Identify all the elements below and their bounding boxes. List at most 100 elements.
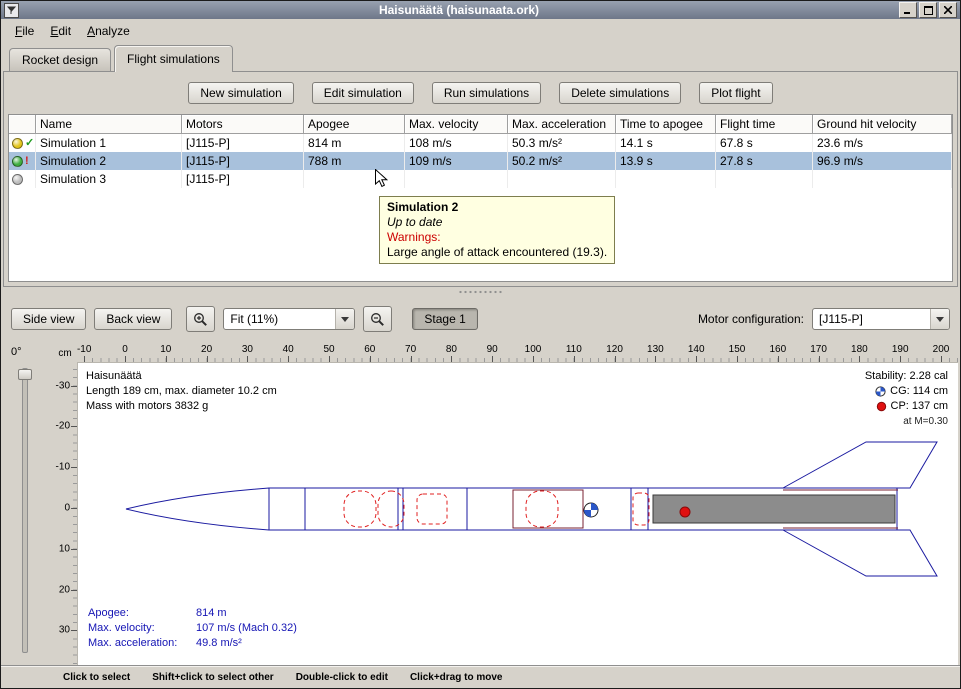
column-header-flight-time[interactable]: Flight time <box>716 115 813 134</box>
rotation-slider-handle[interactable] <box>18 369 32 380</box>
tooltip-warning-text: Large angle of attack encountered (19.3)… <box>387 245 607 260</box>
max-acceleration-label: Max. acceleration: <box>88 636 196 651</box>
ruler-label: 80 <box>446 344 457 355</box>
motor-configuration-select[interactable]: [J115-P] <box>812 308 950 330</box>
hint-shift-click-to-select-other: Shift+click to select other <box>152 672 273 683</box>
minimize-button[interactable] <box>899 2 917 18</box>
cell-max-acceleration: 50.2 m/s² <box>508 152 616 170</box>
column-header-max-velocity[interactable]: Max. velocity <box>405 115 508 134</box>
status-mark-icon: ! <box>25 156 29 167</box>
ruler-label: 0 <box>122 344 128 355</box>
tab-rocket-design[interactable]: Rocket design <box>9 48 111 71</box>
cell-apogee <box>304 170 405 188</box>
column-header-name[interactable]: Name <box>36 115 182 134</box>
column-header-time-to-apogee[interactable]: Time to apogee <box>616 115 716 134</box>
rocket-view-pane: Side view Back view Fit (11%) <box>1 296 960 665</box>
ruler-label: 100 <box>525 344 542 355</box>
rocket-mass: Mass with motors 3832 g <box>86 399 277 414</box>
zoom-out-button[interactable] <box>363 306 392 332</box>
edit-simulation-button[interactable]: Edit simulation <box>312 82 414 104</box>
rotation-slider-track[interactable] <box>22 368 28 653</box>
apogee-label: Apogee: <box>88 606 196 621</box>
ruler-label: 170 <box>810 344 827 355</box>
ruler-label: 30 <box>242 344 253 355</box>
ruler-label: 10 <box>160 344 171 355</box>
cg-marker <box>584 503 598 517</box>
table-row-simulation-2[interactable]: !Simulation 2[J115-P]788 m109 m/s50.2 m/… <box>9 152 952 170</box>
zoom-level-select[interactable]: Fit (11%) <box>223 308 355 330</box>
ruler-label: 20 <box>201 344 212 355</box>
simulation-status-cell: ✓ <box>9 134 36 152</box>
cell-name: Simulation 2 <box>36 152 182 170</box>
tooltip-status: Up to date <box>387 215 607 230</box>
flight-data-block: Apogee: 814 m Max. velocity: 107 m/s (Ma… <box>88 606 297 651</box>
stage-1-toggle[interactable]: Stage 1 <box>412 308 477 330</box>
delete-simulations-button[interactable]: Delete simulations <box>559 82 681 104</box>
cell-max-velocity <box>405 170 508 188</box>
stability-value: Stability: 2.28 cal <box>865 369 948 384</box>
cell-name: Simulation 3 <box>36 170 182 188</box>
table-row-simulation-1[interactable]: ✓Simulation 1[J115-P]814 m108 m/s50.3 m/… <box>9 134 952 152</box>
cp-icon <box>876 401 887 412</box>
menu-item-analyze[interactable]: Analyze <box>79 21 138 41</box>
motor-configuration-label: Motor configuration: <box>698 312 804 326</box>
back-view-button[interactable]: Back view <box>94 308 172 330</box>
cell-motors: [J115-P] <box>182 170 304 188</box>
horizontal-ruler: -100102030405060708090100110120130140150… <box>77 342 958 362</box>
cg-value: CG: 114 cm <box>890 384 948 399</box>
run-simulations-button[interactable]: Run simulations <box>432 82 541 104</box>
cell-time-to-apogee <box>616 170 716 188</box>
rocket-canvas[interactable]: Haisunäätä Length 189 cm, max. diameter … <box>77 362 958 665</box>
ruler-label: 110 <box>566 344 582 355</box>
ruler-label: 140 <box>688 344 705 355</box>
column-header-apogee[interactable]: Apogee <box>304 115 405 134</box>
ruler-label: -10 <box>56 462 70 473</box>
column-header-motors[interactable]: Motors <box>182 115 304 134</box>
ruler-label: -10 <box>77 344 91 355</box>
column-header-ground-hit-velocity[interactable]: Ground hit velocity <box>813 115 952 134</box>
rotation-angle-label: 0° <box>11 346 22 358</box>
apogee-value: 814 m <box>196 606 227 621</box>
cell-motors: [J115-P] <box>182 152 304 170</box>
cell-flight-time: 27.8 s <box>716 152 813 170</box>
cell-time-to-apogee: 14.1 s <box>616 134 716 152</box>
zoom-in-button[interactable] <box>186 306 215 332</box>
column-header-status[interactable] <box>9 115 36 134</box>
menu-item-edit[interactable]: Edit <box>42 21 79 41</box>
ruler-label: 10 <box>59 543 70 554</box>
window-titlebar: Haisunäätä (haisunaata.ork) <box>1 1 960 19</box>
close-button[interactable] <box>939 2 957 18</box>
status-mark-icon: ✓ <box>25 138 34 149</box>
magnifier-minus-icon <box>370 312 385 327</box>
tab-flight-simulations[interactable]: Flight simulations <box>114 45 233 72</box>
split-pane-divider[interactable] <box>1 287 960 296</box>
simulation-status-cell: ! <box>9 152 36 170</box>
max-velocity-label: Max. velocity: <box>88 621 196 636</box>
ruler-label: -30 <box>56 380 70 391</box>
table-row-simulation-3[interactable]: Simulation 3[J115-P] <box>9 170 952 188</box>
magnifier-plus-icon <box>193 312 208 327</box>
ruler-label: 200 <box>933 344 950 355</box>
table-header-row: NameMotorsApogeeMax. velocityMax. accele… <box>9 115 952 134</box>
ruler-label: 90 <box>487 344 498 355</box>
new-simulation-button[interactable]: New simulation <box>188 82 293 104</box>
ruler-label: 40 <box>283 344 294 355</box>
status-ball-icon <box>12 174 23 185</box>
side-view-button[interactable]: Side view <box>11 308 86 330</box>
cell-flight-time: 67.8 s <box>716 134 813 152</box>
tooltip-warnings-label: Warnings: <box>387 230 607 245</box>
cell-apogee: 788 m <box>304 152 405 170</box>
cp-marker <box>680 507 690 517</box>
column-header-max-acceleration[interactable]: Max. acceleration <box>508 115 616 134</box>
rocket-info-block: Haisunäätä Length 189 cm, max. diameter … <box>86 369 277 414</box>
chevron-down-icon <box>930 309 949 329</box>
simulation-status-cell <box>9 170 36 188</box>
plot-flight-button[interactable]: Plot flight <box>699 82 772 104</box>
ruler-label: 70 <box>405 344 416 355</box>
ruler-label: -20 <box>56 421 70 432</box>
menu-item-file[interactable]: File <box>7 21 42 41</box>
maximize-button[interactable] <box>919 2 937 18</box>
ruler-unit-label: cm <box>53 342 77 362</box>
ruler-label: 20 <box>59 584 70 595</box>
chevron-down-icon <box>335 309 354 329</box>
